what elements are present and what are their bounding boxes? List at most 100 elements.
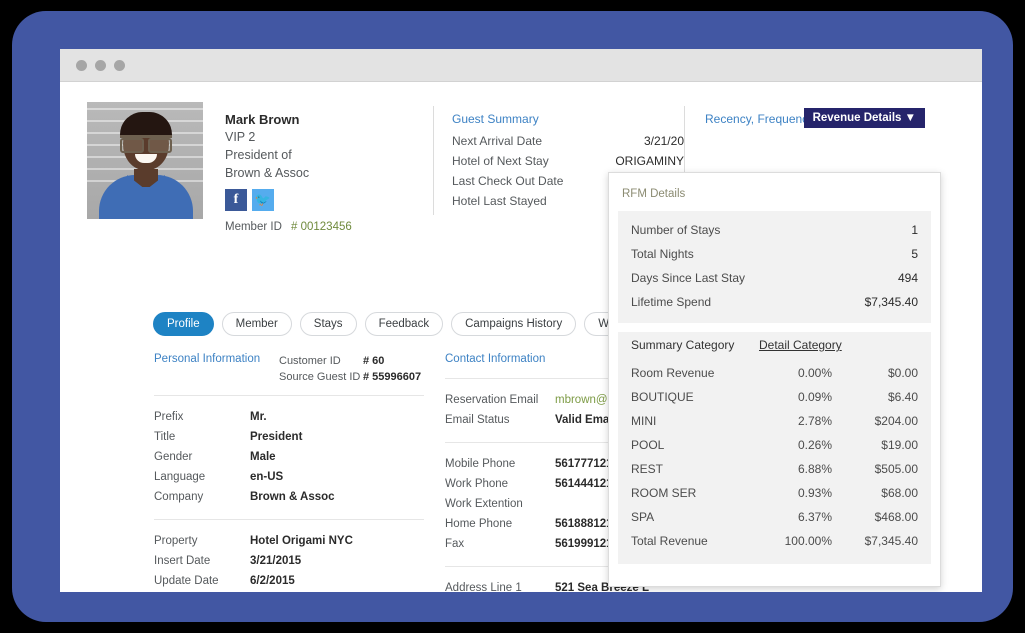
revenue-percent: 0.93%	[797, 486, 832, 500]
guest-summary-row: Hotel of Next Stay ORIGAMINY	[452, 151, 684, 171]
insert-date-value: 3/21/2015	[250, 555, 302, 567]
company-name: Brown & Assoc	[225, 166, 310, 180]
guest-summary-row: Next Arrival Date 3/21/20	[452, 131, 684, 151]
rfm-stat-row: Lifetime Spend $7,345.40	[631, 290, 918, 314]
table-row: ROOM SER 0.93% $68.00	[631, 481, 918, 505]
company-value: Brown & Assoc	[250, 491, 335, 503]
maximize-window-dot[interactable]	[114, 59, 125, 71]
revenue-category: Total Revenue	[631, 534, 708, 548]
guest-summary-label: Next Arrival Date	[452, 134, 543, 148]
customer-id-value: # 60	[363, 355, 385, 367]
guest-name: Mark Brown	[225, 112, 300, 127]
tab-campaigns-history[interactable]: Campaigns History	[451, 312, 577, 336]
device-frame: Mark Brown VIP 2 President of Brown & As…	[12, 11, 1013, 622]
fax-label: Fax	[445, 538, 465, 550]
revenue-percent: 0.09%	[797, 390, 832, 404]
customer-id-label: Customer ID	[279, 355, 341, 367]
prefix-row: Prefix Mr.	[154, 407, 424, 427]
update-date-value: 6/2/2015	[250, 575, 295, 587]
company-label: Company	[154, 491, 204, 503]
social-links: f 🐦	[225, 189, 433, 211]
divider	[154, 519, 424, 520]
gender-label: Gender	[154, 451, 193, 463]
revenue-category: SPA	[631, 510, 655, 524]
rfm-stat-label: Lifetime Spend	[631, 295, 712, 309]
column-summary-category[interactable]: Summary Category	[631, 338, 759, 352]
insert-date-label: Insert Date	[154, 555, 211, 567]
revenue-category: Room Revenue	[631, 366, 715, 380]
rfm-details-title: RFM Details	[622, 188, 686, 200]
member-id-label: Member ID	[225, 221, 282, 233]
revenue-amount: $7,345.40	[864, 534, 918, 548]
personal-information-section: Personal Information Customer ID # 60 So…	[154, 353, 424, 592]
minimize-window-dot[interactable]	[95, 59, 106, 71]
insert-date-row: Insert Date 3/21/2015	[154, 551, 424, 571]
twitter-icon[interactable]: 🐦	[252, 189, 274, 211]
email-status-label: Email Status	[445, 414, 510, 426]
rfm-stat-label: Total Nights	[631, 247, 694, 261]
revenue-category: BOUTIQUE	[631, 390, 694, 404]
revenue-percent: 6.37%	[797, 510, 832, 524]
table-row: POOL 0.26% $19.00	[631, 433, 918, 457]
prefix-value: Mr.	[250, 411, 267, 423]
revenue-percent: 6.88%	[797, 462, 832, 476]
title-value: President	[250, 431, 303, 443]
table-row-total: Total Revenue 100.00% $7,345.40	[631, 529, 918, 553]
revenue-percent: 0.00%	[797, 366, 832, 380]
revenue-percent: 0.26%	[797, 438, 832, 452]
guest-summary-label: Hotel Last Stayed	[452, 194, 547, 208]
guest-summary-title[interactable]: Guest Summary	[452, 112, 684, 126]
language-label: Language	[154, 471, 206, 483]
mobile-phone-label: Mobile Phone	[445, 458, 516, 470]
member-id-row: Member ID # 00123456	[225, 221, 433, 233]
browser-window: Mark Brown VIP 2 President of Brown & As…	[60, 49, 982, 592]
revenue-amount: $204.00	[874, 414, 918, 428]
revenue-percent: 2.78%	[797, 414, 832, 428]
revenue-amount: $505.00	[874, 462, 918, 476]
tab-profile[interactable]: Profile	[153, 312, 214, 336]
home-phone-label: Home Phone	[445, 518, 513, 530]
revenue-category: REST	[631, 462, 664, 476]
company-row: Company Brown & Assoc	[154, 487, 424, 507]
revenue-category: ROOM SER	[631, 486, 697, 500]
prefix-label: Prefix	[154, 411, 184, 423]
revenue-table: Summary Category Detail Category Room Re…	[618, 332, 931, 564]
browser-titlebar	[60, 49, 982, 82]
table-row: MINI 2.78% $204.00	[631, 409, 918, 433]
work-extention-label: Work Extention	[445, 498, 523, 510]
tab-feedback[interactable]: Feedback	[364, 312, 444, 336]
revenue-amount: $6.40	[887, 390, 918, 404]
gender-value: Male	[250, 451, 276, 463]
rfm-stat-row: Days Since Last Stay 494	[631, 266, 918, 290]
identity-block: Mark Brown VIP 2 President of Brown & As…	[203, 102, 433, 233]
job-title: President of	[225, 148, 292, 162]
close-window-dot[interactable]	[76, 59, 87, 71]
page-body: Mark Brown VIP 2 President of Brown & As…	[60, 82, 982, 592]
vip-level: VIP 2	[225, 130, 256, 144]
address-line-1-label: Address Line 1	[445, 582, 522, 592]
work-phone-label: Work Phone	[445, 478, 509, 490]
table-row: Room Revenue 0.00% $0.00	[631, 361, 918, 385]
column-detail-category[interactable]: Detail Category	[759, 338, 842, 352]
tab-stays[interactable]: Stays	[299, 312, 357, 336]
tab-member[interactable]: Member	[221, 312, 292, 336]
revenue-amount: $19.00	[881, 438, 918, 452]
rfm-stat-label: Number of Stays	[631, 223, 721, 237]
language-value: en-US	[250, 471, 284, 483]
source-row: Source PMS	[154, 591, 424, 592]
property-value: Hotel Origami NYC	[250, 535, 353, 547]
revenue-details-button[interactable]: Revenue Details ▼	[803, 108, 925, 128]
revenue-amount: $0.00	[887, 366, 918, 380]
rfm-stat-value: 1	[911, 223, 918, 237]
avatar	[87, 102, 203, 219]
table-row: BOUTIQUE 0.09% $6.40	[631, 385, 918, 409]
revenue-percent: 100.00%	[784, 534, 832, 548]
gender-row: Gender Male	[154, 447, 424, 467]
source-guest-id-label: Source Guest ID	[279, 371, 361, 383]
member-id-value: # 00123456	[291, 221, 352, 233]
reservation-email-label: Reservation Email	[445, 394, 539, 406]
facebook-icon[interactable]: f	[225, 189, 247, 211]
guest-summary-value: ORIGAMINY	[615, 154, 684, 168]
source-guest-id-row: Source Guest ID # 55996607	[279, 369, 421, 385]
rfm-stat-value: $7,345.40	[864, 295, 918, 309]
